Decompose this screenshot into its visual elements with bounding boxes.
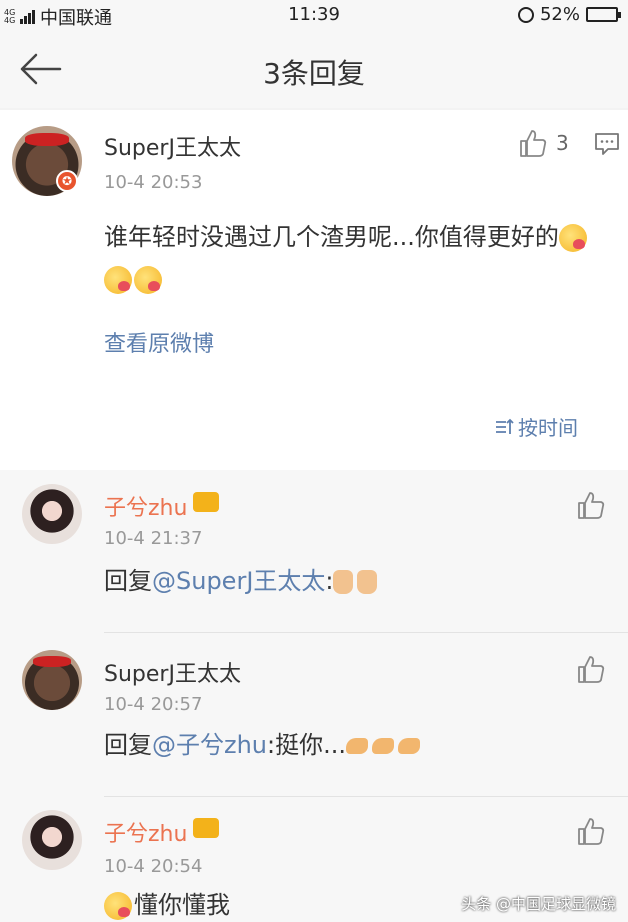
mention-link[interactable]: @子兮zhu xyxy=(152,731,267,759)
timestamp: 10-4 20:53 xyxy=(104,172,203,193)
crown-badge-icon xyxy=(193,492,219,512)
alarm-icon xyxy=(517,6,534,23)
avatar[interactable] xyxy=(22,650,82,710)
battery-icon xyxy=(586,7,621,22)
battery-percent: 52% xyxy=(539,4,580,25)
flexed-biceps-icon xyxy=(346,738,369,754)
timestamp: 10-4 20:57 xyxy=(104,694,203,715)
timestamp: 10-4 21:37 xyxy=(104,528,203,549)
verified-badge-icon: ✪ xyxy=(56,170,78,192)
reply-suffix: 懂你懂我 xyxy=(134,891,230,919)
page-title: 3条回复 xyxy=(263,57,365,90)
mention-link[interactable]: @SuperJ王太太 xyxy=(152,567,325,595)
reply-list: 子兮zhu 10-4 21:37 回复@SuperJ王太太: SuperJ王太太… xyxy=(0,470,628,922)
divider xyxy=(104,796,628,797)
sort-by-time-button[interactable]: 按时间 xyxy=(494,412,578,441)
like-thumb-icon[interactable] xyxy=(576,816,606,846)
watermark: 头条 @中国足球显微镜 xyxy=(461,895,616,913)
reply-prefix: 回复 xyxy=(104,731,152,759)
kiss-emoji-icon xyxy=(104,892,132,920)
comment-body: 谁年轻时没遇过几个渣男呢...你值得更好的 xyxy=(104,223,559,251)
reply-suffix: :挺你... xyxy=(267,731,347,759)
username[interactable]: 子兮zhu xyxy=(104,490,187,522)
like-thumb-icon[interactable] xyxy=(576,490,606,520)
username[interactable]: 子兮zhu xyxy=(104,816,187,848)
divider xyxy=(104,632,628,633)
flexed-biceps-icon xyxy=(372,738,395,754)
kiss-emoji-icon xyxy=(104,266,132,294)
timestamp: 10-4 20:54 xyxy=(104,856,203,877)
comment-icon[interactable] xyxy=(594,132,620,156)
crown-badge-icon xyxy=(193,818,219,838)
username[interactable]: SuperJ王太太 xyxy=(104,656,241,688)
kiss-emoji-icon xyxy=(134,266,162,294)
status-bar: 4G 4G 中国联通 11:39 52% xyxy=(0,0,628,30)
like-thumb-icon[interactable] xyxy=(518,128,548,158)
status-right: 52% xyxy=(517,4,621,25)
reply-text: 回复@子兮zhu:挺你... xyxy=(104,724,604,766)
like-count: 3 xyxy=(556,131,569,155)
main-comment-card: ✪ SuperJ王太太 10-4 20:53 3 谁年轻时没遇过几个渣男呢...… xyxy=(0,110,628,470)
reply-prefix: 回复 xyxy=(104,567,152,595)
view-original-link[interactable]: 查看原微博 xyxy=(104,326,214,358)
clapping-hands-icon xyxy=(357,570,378,594)
victory-hand-icon xyxy=(333,570,354,594)
username[interactable]: SuperJ王太太 xyxy=(104,130,241,162)
sort-label: 按时间 xyxy=(518,416,578,440)
avatar[interactable] xyxy=(22,810,82,870)
like-thumb-icon[interactable] xyxy=(576,654,606,684)
flexed-biceps-icon xyxy=(398,738,421,754)
comment-text: 谁年轻时没遇过几个渣男呢...你值得更好的 xyxy=(104,216,614,300)
reply-text: 回复@SuperJ王太太: xyxy=(104,560,604,602)
avatar[interactable] xyxy=(22,484,82,544)
sort-icon xyxy=(496,418,514,434)
kiss-emoji-icon xyxy=(558,224,587,252)
reply-suffix: : xyxy=(325,567,334,595)
nav-bar: 3条回复 xyxy=(0,30,628,108)
